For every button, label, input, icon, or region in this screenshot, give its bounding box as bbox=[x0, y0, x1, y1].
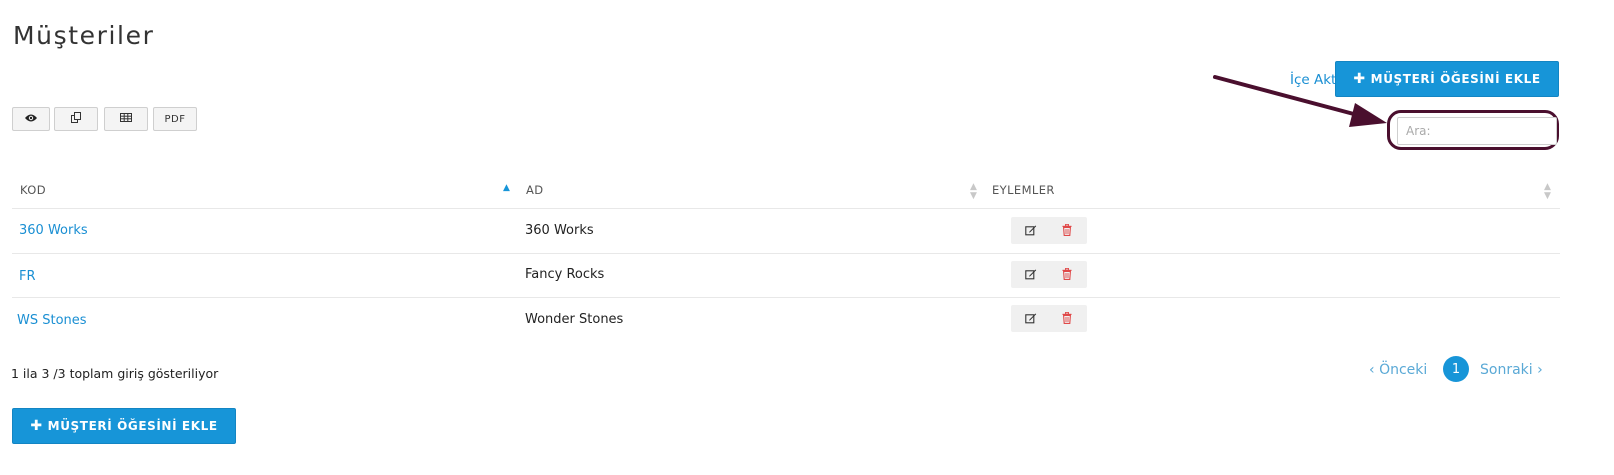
row-divider bbox=[12, 297, 1560, 298]
trash-icon[interactable] bbox=[1060, 311, 1074, 325]
row-actions bbox=[1011, 305, 1087, 332]
row-actions bbox=[1011, 217, 1087, 244]
column-header-eylemler[interactable]: EYLEMLER bbox=[992, 183, 1055, 197]
column-visibility-button[interactable] bbox=[12, 107, 50, 131]
edit-icon[interactable] bbox=[1024, 311, 1038, 325]
sort-asc-icon[interactable]: ▲ bbox=[503, 184, 510, 193]
page-title: Müşteriler bbox=[13, 20, 155, 50]
chevron-left-icon: ‹ bbox=[1369, 362, 1375, 378]
row-divider bbox=[12, 253, 1560, 254]
trash-icon[interactable] bbox=[1060, 267, 1074, 281]
eye-icon bbox=[24, 113, 38, 126]
add-customer-button-label: MÜŞTERİ ÖĞESİNİ EKLE bbox=[1370, 72, 1541, 86]
table-icon bbox=[120, 113, 132, 125]
excel-export-button[interactable] bbox=[104, 107, 148, 131]
pagination-next[interactable]: Sonraki › bbox=[1480, 362, 1543, 378]
row-name: Wonder Stones bbox=[525, 312, 624, 327]
chevron-right-icon: › bbox=[1537, 362, 1543, 378]
pagination-page[interactable]: 1 bbox=[1443, 356, 1469, 382]
row-divider bbox=[12, 208, 1560, 209]
column-header-kod[interactable]: KOD bbox=[20, 183, 46, 197]
pagination-prev[interactable]: ‹ Önceki bbox=[1369, 362, 1427, 378]
copy-icon bbox=[70, 112, 82, 126]
row-code-link[interactable]: 360 Works bbox=[19, 223, 88, 238]
row-actions bbox=[1011, 261, 1087, 288]
row-name: Fancy Rocks bbox=[525, 267, 605, 282]
copy-button[interactable] bbox=[54, 107, 98, 131]
row-code-link[interactable]: WS Stones bbox=[17, 313, 87, 328]
column-header-ad[interactable]: AD bbox=[526, 183, 544, 197]
add-customer-button-bottom[interactable]: ✚ MÜŞTERİ ÖĞESİNİ EKLE bbox=[12, 408, 236, 444]
pagination-next-label: Sonraki bbox=[1480, 362, 1533, 378]
plus-icon: ✚ bbox=[30, 418, 43, 434]
add-customer-button-label: MÜŞTERİ ÖĞESİNİ EKLE bbox=[47, 419, 218, 433]
row-code-link[interactable]: FR bbox=[19, 269, 36, 284]
table-info: 1 ila 3 /3 toplam giriş gösteriliyor bbox=[11, 366, 219, 381]
sort-both-icon[interactable]: ▲ ▼ bbox=[1544, 183, 1551, 201]
edit-icon[interactable] bbox=[1024, 267, 1038, 281]
pagination-prev-label: Önceki bbox=[1379, 362, 1428, 378]
row-name: 360 Works bbox=[525, 223, 594, 238]
annotation-arrow bbox=[1213, 75, 1387, 127]
edit-icon[interactable] bbox=[1024, 223, 1038, 237]
trash-icon[interactable] bbox=[1060, 223, 1074, 237]
search-input[interactable] bbox=[1397, 117, 1557, 145]
pdf-export-button[interactable]: PDF bbox=[153, 107, 197, 131]
sort-both-icon[interactable]: ▲ ▼ bbox=[970, 183, 977, 201]
